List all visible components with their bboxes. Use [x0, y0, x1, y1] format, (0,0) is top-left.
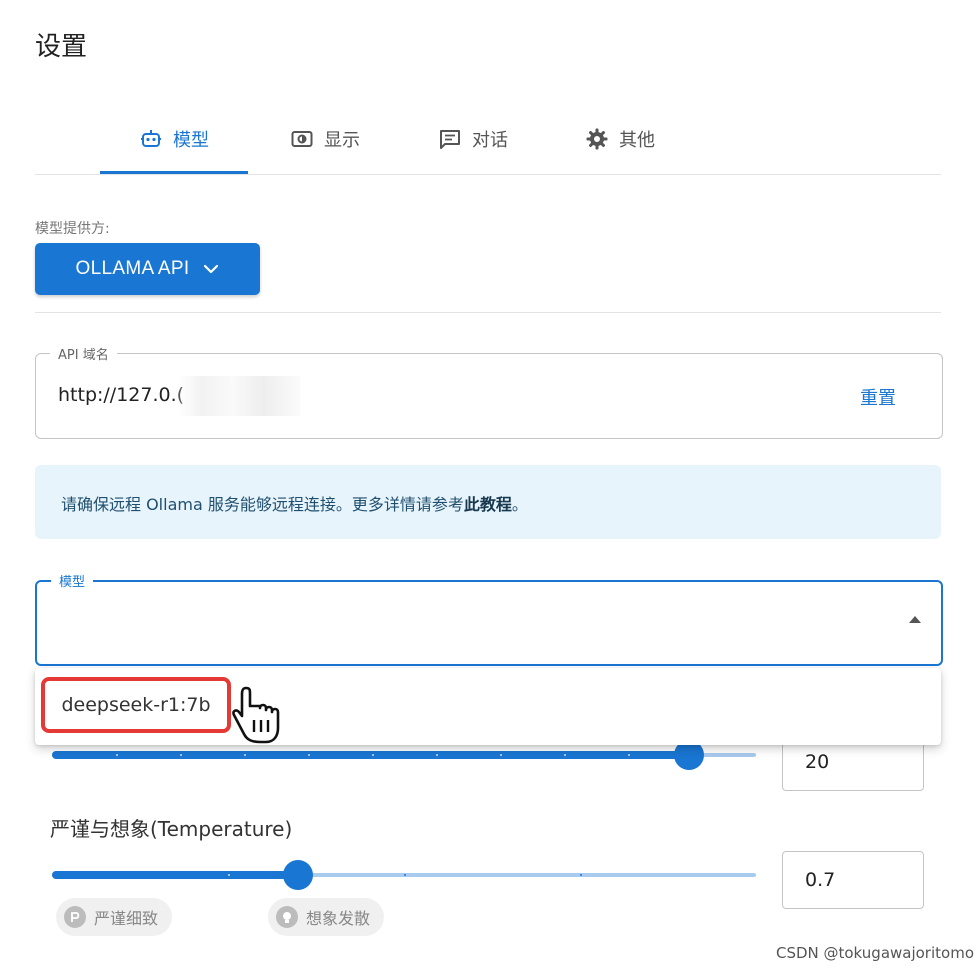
slider-tick [580, 874, 582, 876]
slider-tick [404, 874, 406, 876]
slider-tick [244, 754, 246, 756]
gear-icon [586, 128, 608, 150]
active-tab-indicator [100, 171, 248, 174]
strict-icon [64, 906, 86, 928]
section-divider [35, 312, 941, 313]
tab-display[interactable]: 显示 [275, 108, 375, 170]
temperature-value-input[interactable]: 0.7 [782, 851, 924, 909]
slider-tick [628, 754, 630, 756]
info-suffix: 。 [511, 495, 528, 514]
slider-tick [308, 754, 310, 756]
info-message: 请确保远程 Ollama 服务能够远程连接。更多详情请参考 [61, 495, 464, 514]
tab-chat[interactable]: 对话 [423, 108, 523, 170]
chevron-down-icon [204, 264, 219, 274]
provider-selected-label: OLLAMA API [75, 258, 190, 279]
chip-label: 想象发散 [306, 909, 371, 928]
provider-label: 模型提供方: [35, 221, 110, 237]
model-option[interactable]: deepseek-r1:7b [41, 677, 231, 733]
tab-other[interactable]: 其他 [570, 108, 670, 170]
slider-thumb[interactable] [283, 860, 313, 890]
model-options-menu: deepseek-r1:7b [35, 668, 941, 745]
caret-up-icon[interactable] [909, 616, 921, 623]
lightbulb-icon [276, 906, 298, 928]
slider-fill [52, 871, 298, 879]
slider-tick [116, 754, 118, 756]
chip-imagine[interactable]: 想象发散 [268, 898, 385, 936]
context-slider[interactable] [52, 740, 756, 770]
model-legend: 模型 [51, 571, 94, 590]
chat-icon [440, 130, 460, 149]
tab-label: 显示 [324, 130, 360, 151]
chip-label: 严谨细致 [94, 909, 159, 928]
settings-tabs: 模型 显示 对话 其他 [35, 108, 941, 175]
slider-tick [228, 874, 230, 876]
api-domain-input[interactable]: http://127.0.( [58, 384, 184, 406]
slider-fill [52, 751, 689, 759]
tab-label: 对话 [472, 130, 508, 151]
temperature-label: 严谨与想象(Temperature) [50, 817, 293, 841]
api-domain-field[interactable]: API 域名 http://127.0.( 重置 [35, 344, 943, 439]
tutorial-link[interactable]: 此教程 [464, 495, 512, 514]
tab-label: 其他 [619, 130, 655, 151]
slider-tick [436, 754, 438, 756]
robot-icon [141, 130, 161, 147]
info-text: 请确保远程 Ollama 服务能够远程连接。更多详情请参考此教程。 [61, 491, 528, 515]
slider-tick [500, 754, 502, 756]
chip-strict[interactable]: 严谨细致 [56, 898, 173, 936]
display-icon [291, 131, 313, 147]
hand-pointer-icon [232, 686, 280, 744]
temperature-slider[interactable] [52, 860, 756, 890]
provider-dropdown-button[interactable]: OLLAMA API [35, 243, 260, 295]
page-title: 设置 [35, 32, 88, 62]
tab-model[interactable]: 模型 [100, 108, 248, 174]
info-alert: 请确保远程 Ollama 服务能够远程连接。更多详情请参考此教程。 [35, 465, 941, 539]
slider-tick [372, 754, 374, 756]
watermark: CSDN @tokugawajoritomo [775, 944, 974, 962]
reset-button[interactable]: 重置 [860, 384, 896, 410]
redacted-mask [178, 376, 300, 416]
api-domain-legend: API 域名 [50, 344, 117, 363]
tab-label: 模型 [173, 130, 209, 151]
slider-tick [180, 754, 182, 756]
slider-tick [564, 754, 566, 756]
model-select[interactable]: 模型 [35, 571, 943, 666]
